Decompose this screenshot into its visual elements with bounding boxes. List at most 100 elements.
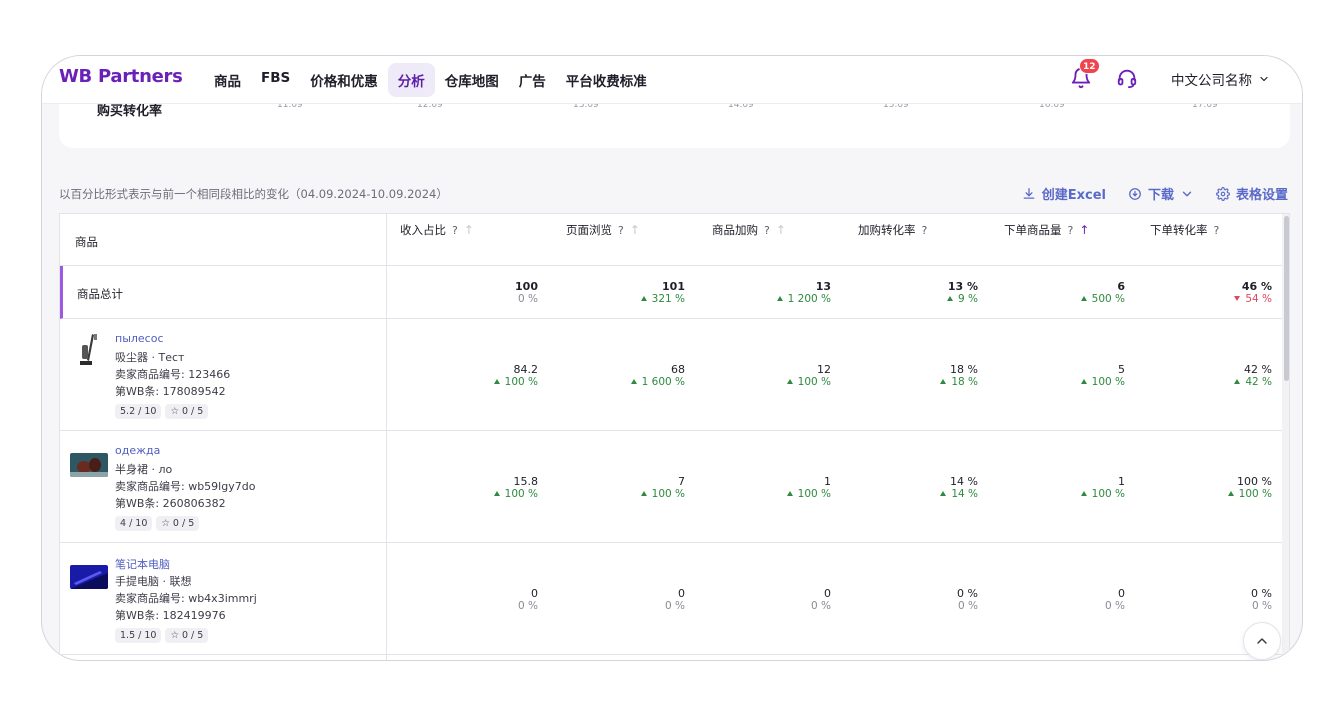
seller-sku: 卖家商品编号: wb59lgy7do (115, 480, 256, 493)
table-settings-button[interactable]: 表格设置 (1216, 184, 1288, 203)
metric-value: 13 (815, 280, 831, 293)
metric-change: 0 % (1252, 600, 1272, 612)
product-thumbnail[interactable] (70, 565, 108, 589)
metric-cell: 101 321 % (640, 280, 685, 306)
table-actions: 创建Excel 下载 表格设置 (1022, 184, 1288, 203)
stars-value: 0 / 5 (181, 406, 204, 417)
star-icon: ☆ (170, 630, 179, 641)
nav-item-fees[interactable]: 平台收费标准 (556, 63, 657, 97)
metric-cell: 0 % 0 % (1251, 587, 1272, 613)
help-icon[interactable]: ? (452, 224, 458, 237)
column-header-cart-conversion[interactable]: 加购转化率 ? (858, 222, 927, 238)
scroll-to-top-button[interactable] (1243, 622, 1281, 660)
download-dropdown[interactable]: 下载 (1128, 184, 1194, 203)
metric-cell: 15.8 100 % (493, 475, 538, 501)
trend-up-icon (1080, 296, 1087, 301)
nav-item-fbs[interactable]: FBS (251, 63, 300, 97)
scrollbar-thumb[interactable] (1284, 216, 1289, 381)
sort-arrow-icon[interactable]: ↑ (464, 223, 474, 237)
metric-change: 100 % (493, 376, 538, 389)
metric-cell: 100 0 % (515, 280, 538, 306)
metric-value: 6 (1117, 280, 1125, 293)
nav-item-products[interactable]: 商品 (204, 63, 251, 97)
help-icon[interactable]: ? (618, 224, 624, 237)
metric-value: 68 (671, 363, 685, 376)
table-scrollbar[interactable] (1282, 214, 1289, 660)
trend-up-icon (640, 491, 647, 496)
trend-up-icon (786, 491, 793, 496)
metric-change: 1 600 % (630, 376, 685, 389)
column-header-revenue-share[interactable]: 收入占比 ? ↑ (400, 222, 474, 238)
metric-change: 54 % (1234, 293, 1272, 306)
trend-up-icon (940, 379, 947, 384)
trend-up-icon (1080, 491, 1087, 496)
stars-chip: ☆ 0 / 5 (165, 628, 209, 643)
wb-code: 第WB条: 260806382 (115, 497, 226, 510)
metric-value: 1 (824, 475, 831, 488)
metric-change: 42 % (1234, 376, 1272, 389)
table-row: одежда 半身裙 · ло 卖家商品编号: wb59lgy7do 第WB条:… (60, 431, 1282, 543)
help-icon[interactable]: ? (1214, 224, 1220, 237)
chevron-down-icon (1182, 191, 1192, 196)
create-excel-button[interactable]: 创建Excel (1022, 184, 1106, 203)
trend-up-icon (640, 296, 647, 301)
metric-change: 9 % (947, 293, 978, 306)
sort-arrow-active-icon[interactable]: ↑ (1079, 223, 1089, 237)
product-name-link[interactable]: 笔记本电脑 (115, 556, 170, 572)
metric-value: 0 (678, 587, 685, 600)
metric-cell: 00 % (811, 587, 831, 613)
metric-change: 18 % (940, 376, 978, 389)
metric-cell: 84.2 100 % (493, 363, 539, 389)
column-header-orders[interactable]: 下单商品量 ? ↑ (1004, 222, 1089, 238)
chevron-down-icon (1260, 76, 1268, 82)
rating-chip: 1.5 / 10 (115, 628, 162, 643)
column-divider (386, 214, 387, 660)
product-name-link[interactable]: одежда (115, 444, 160, 457)
metric-cell: 5 100 % (1080, 363, 1125, 389)
product-thumbnail[interactable] (70, 331, 108, 369)
help-icon[interactable]: ? (764, 224, 770, 237)
metric-value: 46 % (1241, 280, 1272, 293)
metric-value: 0 % (957, 587, 978, 600)
company-selector[interactable]: 中文公司名称 (1171, 69, 1270, 89)
help-icon[interactable]: ? (1068, 224, 1074, 237)
column-header-page-views[interactable]: 页面浏览 ? ↑ (566, 222, 640, 238)
metric-value: 100 (515, 280, 538, 293)
sort-arrow-icon[interactable]: ↑ (630, 223, 640, 237)
headset-icon[interactable] (1116, 67, 1138, 89)
product-category: 手提电脑 · 联想 (115, 575, 192, 588)
metric-change: 14 % (940, 488, 978, 501)
logo[interactable]: WB Partners (59, 66, 183, 87)
nav-item-analytics[interactable]: 分析 (387, 63, 435, 97)
rating-chip: 5.2 / 10 (115, 404, 162, 419)
metric-value: 18 % (950, 363, 978, 376)
top-header: WB Partners 商品 FBS 价格和优惠 分析 仓库地图 广告 平台收费… (42, 56, 1302, 104)
product-thumbnail[interactable] (70, 453, 108, 477)
help-icon[interactable]: ? (922, 224, 928, 237)
stars-value: 0 / 5 (172, 518, 195, 529)
product-column-header: 商品 (75, 235, 98, 249)
stars-value: 0 / 5 (181, 630, 204, 641)
product-name-link[interactable]: пылесос (115, 332, 164, 345)
nav-item-ads[interactable]: 广告 (509, 63, 556, 97)
metric-cell: 1 100 % (1080, 475, 1125, 501)
metric-change: 100 % (786, 488, 831, 501)
sort-arrow-icon[interactable]: ↑ (776, 223, 786, 237)
column-header-add-to-cart[interactable]: 商品加购 ? ↑ (712, 222, 786, 238)
column-header-order-conversion[interactable]: 下单转化率 ? (1150, 222, 1219, 238)
column-header-label: 页面浏览 (566, 223, 612, 237)
metric-value: 84.2 (513, 363, 539, 376)
metric-value: 0 (824, 587, 831, 600)
product-ratings: 5.2 / 10 ☆ 0 / 5 (115, 404, 209, 419)
metric-change: 1 200 % (776, 293, 831, 306)
nav-item-prices[interactable]: 价格和优惠 (300, 63, 388, 97)
table-settings-label: 表格设置 (1235, 188, 1288, 203)
metric-value: 101 (662, 280, 685, 293)
metric-change: 0 % (958, 600, 978, 612)
metric-cell: 00 % (1105, 587, 1125, 613)
nav-item-warehouse-map[interactable]: 仓库地图 (435, 63, 509, 97)
rating-value: 4 / 10 (120, 518, 148, 529)
trend-up-icon (1234, 379, 1241, 384)
gear-icon (1216, 186, 1230, 201)
metric-cell: 42 % 42 % (1234, 363, 1272, 389)
